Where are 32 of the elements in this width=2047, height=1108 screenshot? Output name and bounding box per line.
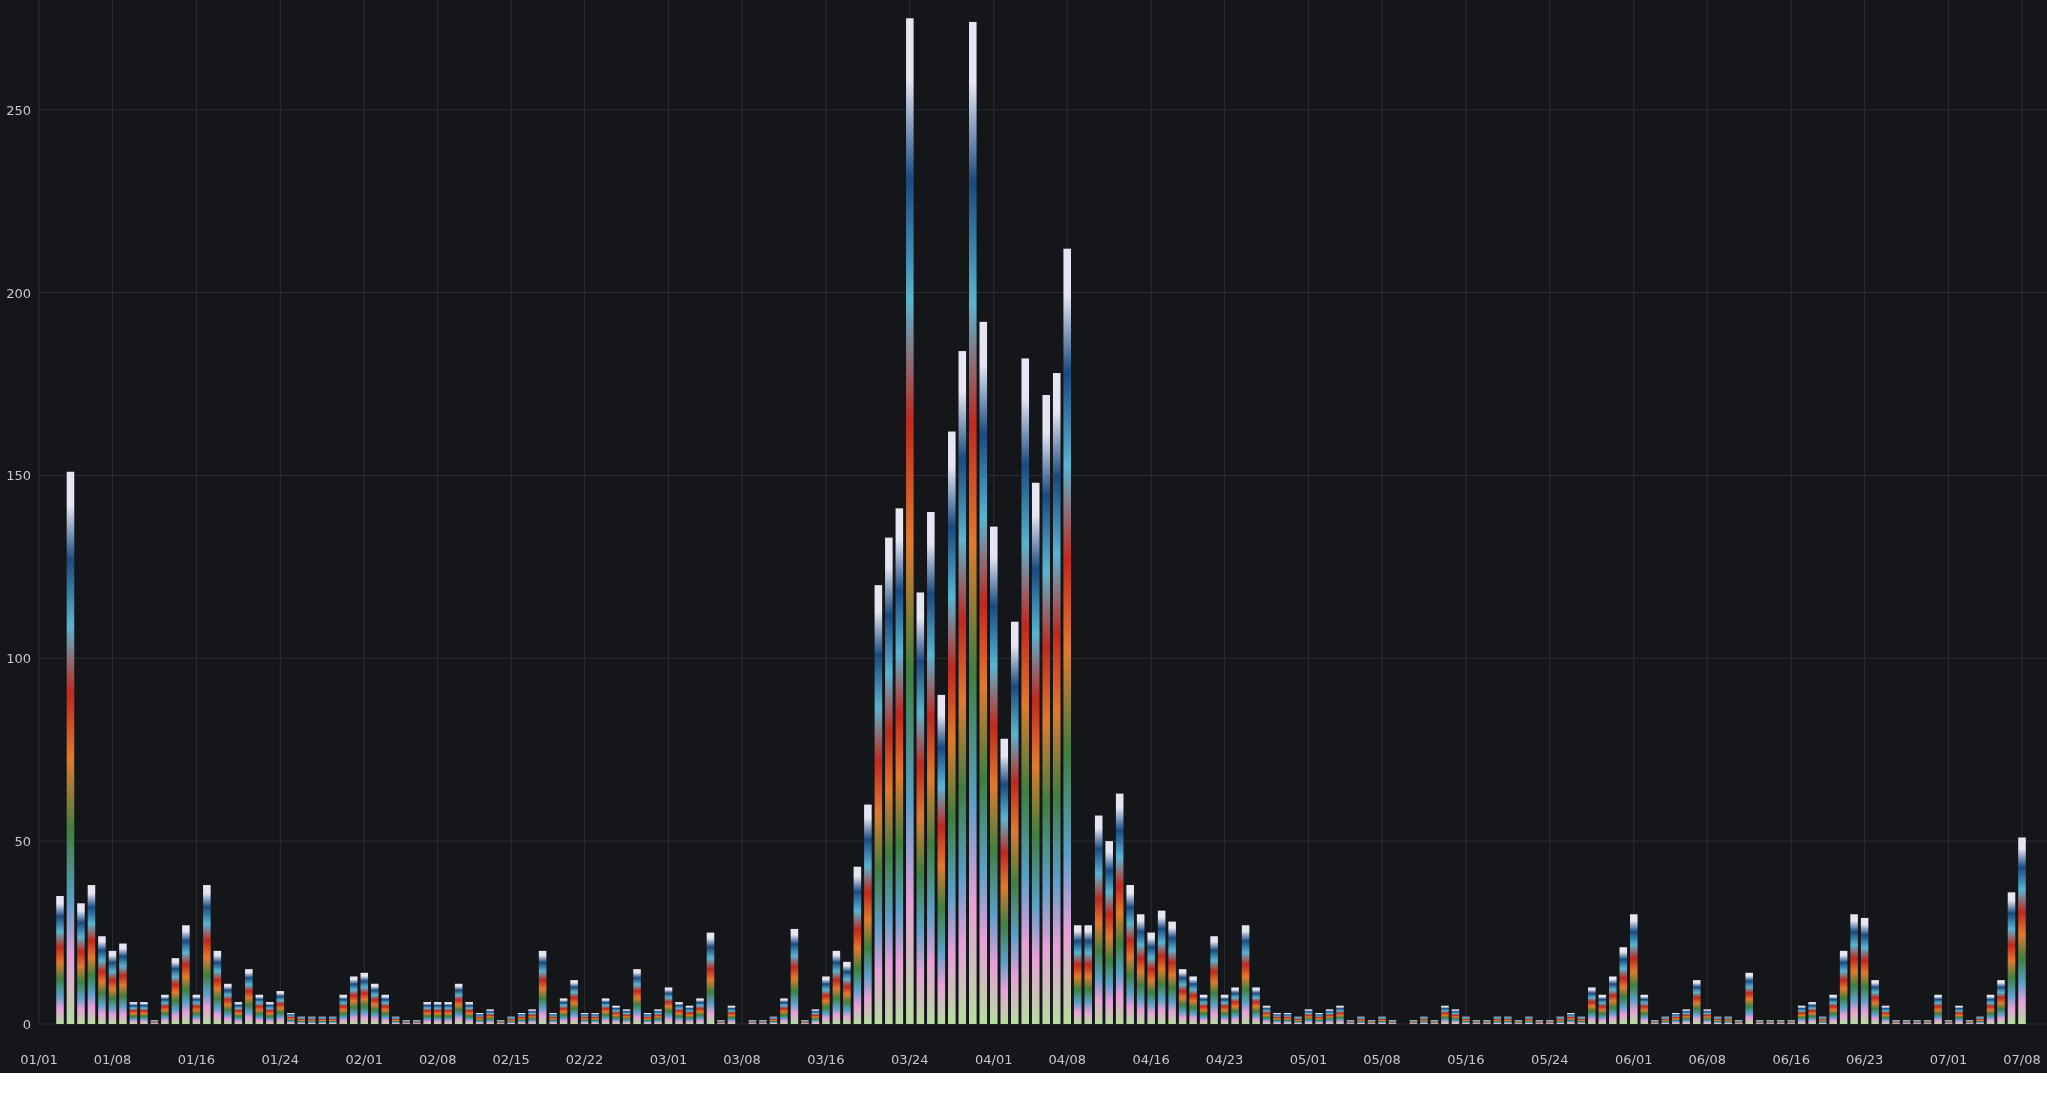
x-tick-label: 01/08 [93,1052,132,1067]
y-tick-label: 0 [22,1017,31,1032]
y-tick-label: 150 [6,468,31,484]
x-tick-label: 03/24 [891,1052,929,1067]
x-tick-label: 02/15 [492,1052,530,1067]
x-tick-label: 06/08 [1688,1052,1726,1067]
x-tick-label: 02/01 [345,1052,383,1067]
x-tick-label: 01/16 [177,1052,216,1067]
x-tick-label: 05/16 [1447,1052,1485,1067]
x-tick-label: 05/01 [1289,1052,1328,1067]
x-tick-label: 05/08 [1363,1052,1401,1067]
x-tick-label: 06/16 [1772,1052,1810,1067]
x-tick-label: 06/23 [1845,1052,1884,1067]
x-tick-label: 01/24 [261,1052,300,1067]
y-tick-label: 50 [14,834,31,850]
x-tick-label: 07/08 [2003,1052,2041,1067]
x-tick-label: 03/08 [723,1052,761,1067]
x-tick-label: 02/22 [565,1052,604,1067]
x-tick-label: 01/01 [20,1052,58,1067]
x-tick-label: 07/01 [1929,1052,1968,1067]
x-tick-label: 02/08 [418,1052,457,1067]
x-tick-label: 04/01 [975,1052,1013,1067]
x-tick-label: 04/16 [1132,1052,1170,1067]
y-tick-label: 100 [6,651,31,667]
y-tick-label: 200 [6,285,31,301]
x-tick-label: 03/01 [649,1052,688,1067]
x-tick-label: 04/08 [1048,1052,1086,1067]
x-tick-label: 04/23 [1205,1052,1244,1067]
x-tick-label: 06/01 [1615,1052,1653,1067]
y-tick-label: 250 [6,102,31,118]
x-tick-label: 05/24 [1531,1052,1569,1067]
x-tick-label: 03/16 [807,1052,845,1067]
